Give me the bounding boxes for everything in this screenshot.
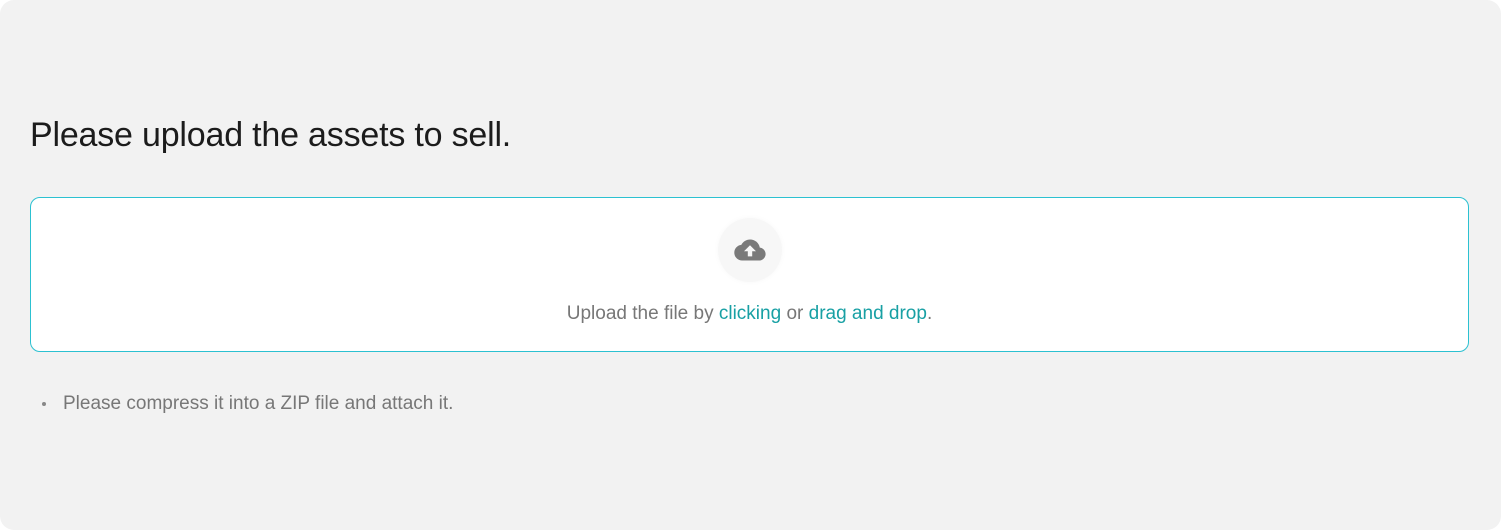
click-upload-link[interactable]: clicking <box>719 303 781 324</box>
note-text: Please compress it into a ZIP file and a… <box>63 393 454 414</box>
upload-text-before: Upload the file by <box>566 303 719 324</box>
page-title: Please upload the assets to sell. <box>30 116 512 154</box>
notes-list: Please compress it into a ZIP file and a… <box>38 392 453 416</box>
upload-text-after: . <box>926 303 933 324</box>
upload-button[interactable] <box>717 218 782 282</box>
file-dropzone[interactable]: Upload the file by clicking or drag and … <box>30 197 1469 352</box>
bullet-icon <box>42 402 46 406</box>
cloud-upload-icon <box>733 238 766 262</box>
drag-drop-link[interactable]: drag and drop <box>809 303 927 324</box>
note-item: Please compress it into a ZIP file and a… <box>38 392 453 416</box>
upload-instructions: Upload the file by clicking or drag and … <box>31 302 1468 326</box>
upload-text-middle: or <box>781 303 809 324</box>
upload-panel: Please upload the assets to sell. Upload… <box>0 0 1501 530</box>
